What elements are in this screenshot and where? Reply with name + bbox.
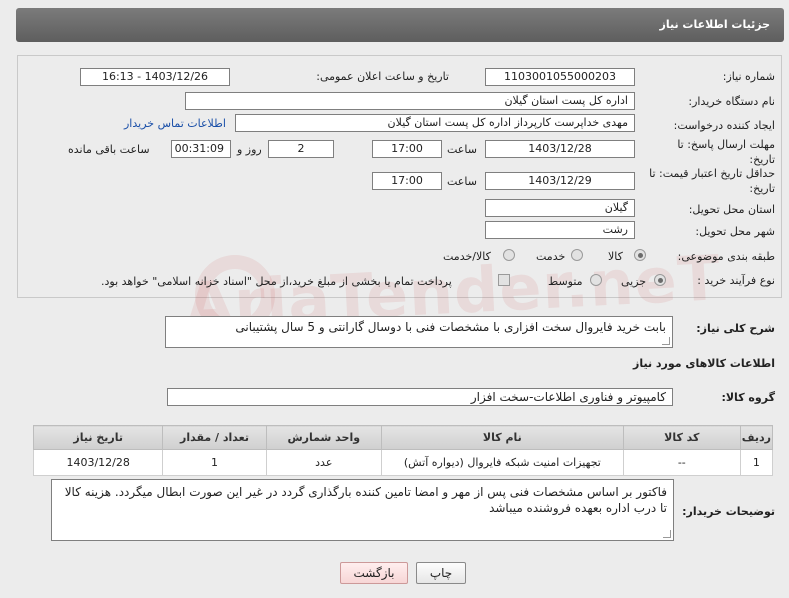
buyer-notes-label: توضیحات خریدار: [682, 505, 775, 518]
deadline-time-field: 17:00 [372, 140, 442, 158]
treasury-payment-note: پرداخت تمام یا بخشی از مبلغ خرید،از محل … [101, 275, 452, 288]
treasury-checkbox[interactable] [498, 274, 510, 286]
category-option-both: کالا/خدمت [443, 250, 491, 263]
back-button[interactable]: بازگشت [340, 562, 408, 584]
announce-label: تاریخ و ساعت اعلان عمومی: [316, 70, 449, 83]
category-radio-both[interactable] [503, 249, 515, 261]
resize-grip-icon[interactable] [663, 530, 671, 538]
province-field: گیلان [485, 199, 635, 217]
city-field: رشت [485, 221, 635, 239]
price-valid-label: حداقل تاریخ اعتبار قیمت: تا تاریخ: [649, 167, 775, 195]
category-label: طبقه بندی موضوعی: [677, 250, 775, 263]
price-valid-time-label: ساعت [447, 175, 477, 188]
cell-qty: 1 [162, 449, 267, 476]
cell-row-number: 1 [739, 449, 774, 476]
city-label: شهر محل تحویل: [695, 225, 775, 238]
category-option-goods: کالا [608, 250, 623, 263]
cell-code: -- [622, 449, 741, 476]
goods-group-label: گروه کالا: [721, 391, 775, 404]
buyer-org-field: اداره کل پست استان گیلان [185, 92, 635, 110]
description-field: بابت خرید فایروال سخت افزاری با مشخصات ف… [165, 316, 673, 348]
resize-grip-icon[interactable] [662, 337, 670, 345]
price-valid-date-field: 1403/12/29 [485, 172, 635, 190]
goods-table-header: ردیف کد کالا نام کالا واحد شمارش تعداد /… [32, 425, 774, 450]
creator-field: مهدی خداپرست کارپرداز اداره کل پست استان… [235, 114, 635, 132]
process-radio-minor[interactable] [654, 274, 666, 286]
col-header-date: تاریخ نیاز [32, 425, 164, 450]
buyer-notes-text: فاکتور بر اساس مشخصات فنی پس از مهر و ام… [64, 485, 667, 515]
description-label: شرح کلی نیاز: [696, 322, 775, 335]
cell-name: تجهیزات امنیت شبکه فایروال (دیواره آتش) [380, 449, 624, 476]
process-option-medium: متوسط [548, 275, 583, 288]
category-radio-service[interactable] [571, 249, 583, 261]
remaining-label: ساعت باقی مانده [68, 143, 150, 156]
cell-unit: عدد [265, 449, 382, 476]
need-number-label: شماره نیاز: [722, 70, 775, 83]
process-option-minor: جزیی [621, 275, 647, 288]
buyer-contact-link[interactable]: اطلاعات تماس خریدار [124, 117, 226, 130]
col-header-unit: واحد شمارش [265, 425, 382, 450]
table-row: 1 -- تجهیزات امنیت شبکه فایروال (دیواره … [32, 449, 774, 476]
goods-table: ردیف کد کالا نام کالا واحد شمارش تعداد /… [32, 425, 774, 476]
deadline-label: مهلت ارسال پاسخ: تا تاریخ: [677, 138, 775, 166]
remaining-time-field: 00:31:09 [171, 140, 231, 158]
process-label: نوع فرآیند خرید : [697, 274, 775, 287]
category-option-service: خدمت [536, 250, 566, 263]
cell-date: 1403/12/28 [32, 449, 164, 476]
deadline-date-field: 1403/12/28 [485, 140, 635, 158]
buyer-notes-field: فاکتور بر اساس مشخصات فنی پس از مهر و ام… [51, 479, 674, 541]
page-header: جزئیات اطلاعات نیاز [16, 8, 784, 42]
page-title: جزئیات اطلاعات نیاز [659, 18, 771, 31]
price-valid-time-field: 17:00 [372, 172, 442, 190]
province-label: استان محل تحویل: [688, 203, 775, 216]
creator-label: ایجاد کننده درخواست: [673, 119, 775, 132]
col-header-code: کد کالا [622, 425, 741, 450]
description-text: بابت خرید فایروال سخت افزاری با مشخصات ف… [235, 320, 666, 334]
col-header-qty: تعداد / مقدار [162, 425, 267, 450]
col-header-name: نام کالا [380, 425, 624, 450]
need-number-field: 1103001055000203 [485, 68, 635, 86]
deadline-time-label: ساعت [447, 143, 477, 156]
process-radio-medium[interactable] [590, 274, 602, 286]
days-field: 2 [268, 140, 334, 158]
announce-field: 1403/12/26 - 16:13 [80, 68, 230, 86]
print-button[interactable]: چاپ [416, 562, 466, 584]
goods-group-field: کامپیوتر و فناوری اطلاعات-سخت افزار [167, 388, 673, 406]
category-radio-goods[interactable] [634, 249, 646, 261]
buyer-org-label: نام دستگاه خریدار: [688, 95, 775, 108]
col-header-row: ردیف [739, 425, 774, 450]
days-label: روز و [237, 143, 262, 156]
goods-section-title: اطلاعات کالاهای مورد نیاز [633, 357, 775, 370]
